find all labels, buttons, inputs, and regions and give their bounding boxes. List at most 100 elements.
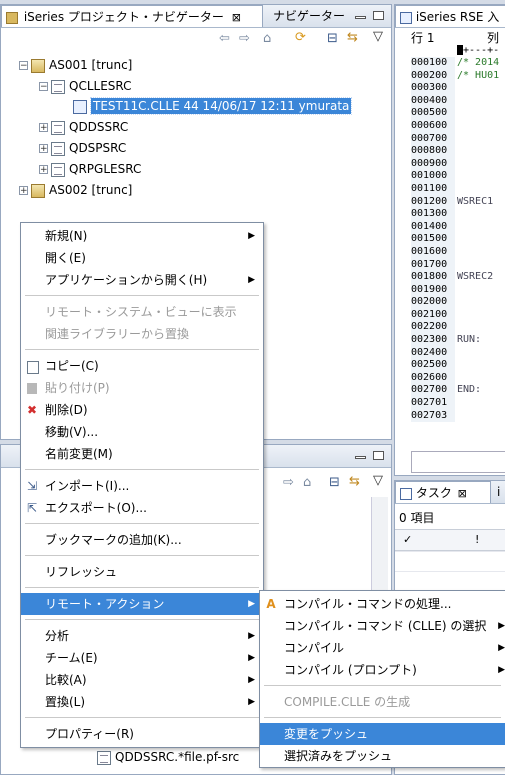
submenu-item-push-selected[interactable]: 選択済みをプッシュ (260, 745, 505, 767)
column-check[interactable]: ✓ (403, 530, 412, 550)
collapse-all-icon[interactable]: ⊟ (327, 31, 338, 46)
tasks-table-header: ✓ ! (395, 529, 505, 551)
editor-text-area[interactable]: 000100 000200 000300 000400 000500 000600 0007… (409, 57, 505, 441)
tree-node-qrpglesrc[interactable]: + QRPGLESRC (39, 159, 141, 179)
code-line: WSREC1 (457, 195, 494, 207)
link-editor-icon[interactable]: ⇆ (347, 30, 358, 45)
tree-node-test11c[interactable]: TEST11C.CLLE 44 14/06/17 12:11 ymurata (73, 96, 353, 116)
menu-item-team[interactable]: チーム(E) ▶ (21, 647, 263, 669)
tasks-icon (400, 487, 412, 500)
source-file-icon (51, 141, 65, 156)
menu-item-move[interactable]: 移動(V)... (21, 421, 263, 443)
line-number: 001000 (411, 170, 448, 182)
menu-item-refresh[interactable]: リフレッシュ (21, 561, 263, 583)
menu-item-analyze[interactable]: 分析 ▶ (21, 625, 263, 647)
tab-close-icon[interactable]: ⊠ (232, 11, 241, 24)
maximize-button[interactable] (373, 451, 384, 460)
tab-rse-editor[interactable]: iSeries RSE 入 (395, 5, 505, 27)
sync-icon[interactable]: ⟳ (295, 30, 306, 45)
menu-separator (25, 587, 259, 588)
menu-item-properties[interactable]: プロパティー(R) (21, 723, 263, 745)
tree-node-qcllesrc[interactable]: − QCLLESRC (39, 76, 132, 96)
collapse-icon[interactable]: − (19, 61, 28, 71)
remote-actions-submenu: A コンパイル・コマンドの処理... コンパイル・コマンド (CLLE) の選択 ▶… (259, 590, 505, 768)
collapse-icon[interactable]: − (39, 82, 48, 92)
line-number: 002700 (411, 384, 448, 396)
menu-item-rename[interactable]: 名前変更(M) (21, 443, 263, 465)
tree-node-qddssrc-file[interactable]: QDDSSRC.*file.pf-src (97, 747, 239, 767)
menu-item-copy[interactable]: コピー(C) (21, 355, 263, 377)
context-menu: 新規(N) ▶ 開く(E) アプリケーションから開く(H) ▶ リモート・システム・… (20, 222, 264, 748)
tree-node-qdspsrc[interactable]: + QDSPSRC (39, 138, 126, 158)
forward-arrow-icon[interactable]: ⇨ (239, 31, 250, 46)
home-icon[interactable]: ⌂ (263, 31, 271, 46)
submenu-item-compile[interactable]: コンパイル ▶ (260, 637, 505, 659)
submenu-item-select-compile-command[interactable]: コンパイル・コマンド (CLLE) の選択 ▶ (260, 615, 505, 637)
tree-node-qddssrc[interactable]: + QDDSSRC (39, 117, 128, 137)
expand-icon[interactable]: + (39, 123, 48, 133)
minimize-button[interactable] (355, 456, 366, 459)
tasks-count: 0 項目 (399, 511, 435, 525)
menu-item-open-with[interactable]: アプリケーションから開く(H) ▶ (21, 269, 263, 291)
menu-item-delete[interactable]: ✖ 削除(D) (21, 399, 263, 421)
tab-close-icon[interactable]: ⊠ (458, 487, 467, 500)
submenu-item-compile-prompt[interactable]: コンパイル (プロンプト) ▶ (260, 659, 505, 681)
code-line: /* HU01 (457, 69, 500, 81)
menu-item-new[interactable]: 新規(N) ▶ (21, 225, 263, 247)
submenu-item-push-changes[interactable]: 変更をプッシュ (260, 723, 505, 745)
menu-item-remote-actions[interactable]: リモート・アクション ▶ (21, 593, 263, 615)
collapse-all-icon[interactable]: ⊟ (329, 475, 340, 490)
view-menu-icon[interactable]: ▽ (373, 29, 383, 44)
line-number: 000900 (411, 157, 448, 169)
view-menu-icon[interactable]: ▽ (373, 473, 383, 488)
menu-label: コピー(C) (45, 359, 99, 373)
menu-separator (25, 555, 259, 556)
tree-label: QDSPSRC (69, 141, 127, 155)
maximize-button[interactable] (373, 11, 384, 20)
tab-tasks-label: タスク (415, 486, 452, 500)
expand-icon[interactable]: + (39, 144, 48, 154)
source-file-icon (51, 120, 65, 135)
editor-tabbar: iSeries RSE 入 (395, 5, 505, 28)
submenu-arrow-icon: ▶ (248, 275, 255, 285)
tab-rse-editor-label: iSeries RSE 入 (415, 10, 500, 24)
submenu-item-work-with-compile-commands[interactable]: A コンパイル・コマンドの処理... (260, 593, 505, 615)
tree-node-as002[interactable]: + AS002 [trunc] (19, 180, 132, 200)
line-number: 001100 (411, 182, 448, 194)
link-editor-icon[interactable]: ⇆ (349, 474, 360, 489)
source-file-icon (97, 750, 111, 765)
column-priority[interactable]: ! (475, 530, 479, 550)
tab-tasks[interactable]: タスク ⊠ (395, 481, 491, 503)
tab-project-navigator[interactable]: iSeries プロジェクト・ナビゲーター ⊠ (1, 5, 263, 27)
menu-item-compare[interactable]: 比較(A) ▶ (21, 669, 263, 691)
menu-item-paste: 貼り付け(P) (21, 377, 263, 399)
back-arrow-icon[interactable]: ⇦ (219, 31, 230, 46)
expand-icon[interactable]: + (19, 186, 28, 196)
forward-arrow-icon[interactable]: ⇨ (283, 475, 294, 490)
editor-header: 行 1 列 (411, 29, 505, 45)
menu-item-import[interactable]: ⇲ インポート(I)... (21, 475, 263, 497)
menu-label: 貼り付け(P) (45, 381, 110, 395)
menu-item-open[interactable]: 開く(E) (21, 247, 263, 269)
minimize-button[interactable] (355, 16, 366, 19)
menu-item-replace[interactable]: 置換(L) ▶ (21, 691, 263, 713)
menu-label: ブックマークの追加(K)... (45, 533, 182, 547)
tab-navigator[interactable]: ナビゲーター (269, 5, 349, 27)
source-file-icon (51, 79, 65, 94)
menu-item-export[interactable]: ⇱ エクスポート(O)... (21, 497, 263, 519)
home-icon[interactable]: ⌂ (303, 475, 311, 490)
member-icon (73, 99, 87, 114)
tab-next[interactable]: i (493, 481, 504, 503)
line-number: 001700 (411, 258, 448, 270)
editor-input-line[interactable] (411, 451, 505, 473)
menu-label: 変更をプッシュ (284, 727, 369, 741)
menu-item-add-bookmark[interactable]: ブックマークの追加(K)... (21, 529, 263, 551)
tree-node-as001[interactable]: − AS001 [trunc] (19, 55, 132, 75)
expand-icon[interactable]: + (39, 165, 48, 175)
